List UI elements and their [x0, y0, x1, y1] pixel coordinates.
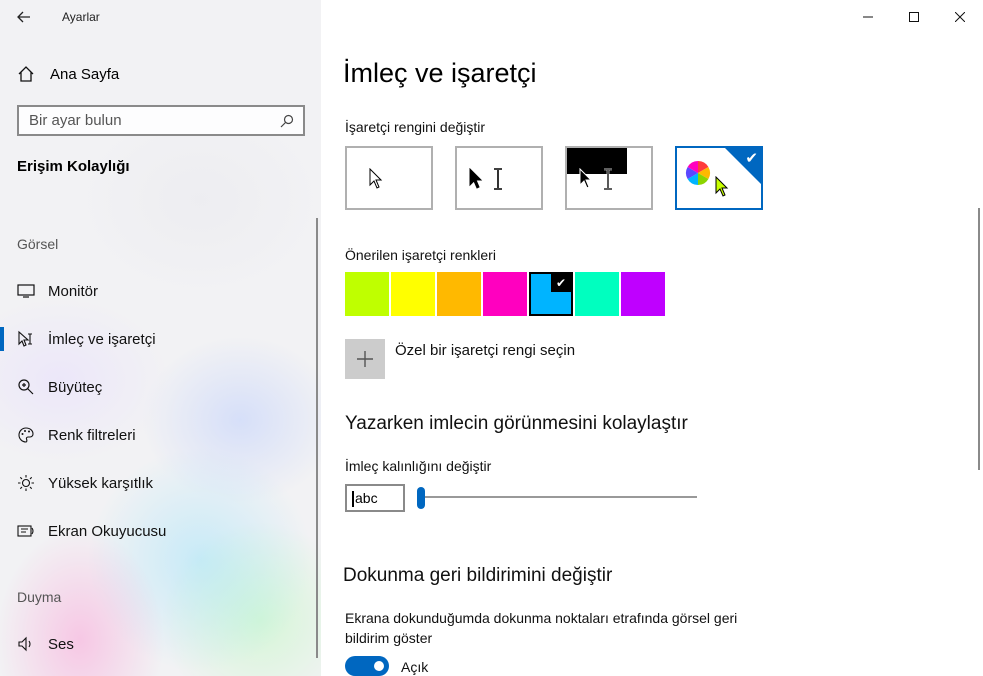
speaker-icon	[17, 635, 35, 653]
sidebar-item-label: Monitör	[48, 282, 99, 300]
maximize-button[interactable]	[891, 0, 937, 34]
sidebar: Ayarlar Ana Sayfa Bir ayar bulun Erişim …	[0, 0, 321, 676]
home-icon	[18, 66, 34, 82]
sidebar-item-label: İmleç ve işaretçi	[48, 330, 156, 348]
main-scrollbar[interactable]	[978, 208, 980, 470]
touch-heading: Dokunma geri bildirimini değiştir	[343, 565, 613, 586]
touch-feedback-toggle[interactable]	[345, 656, 389, 676]
home-link[interactable]: Ana Sayfa	[0, 56, 321, 92]
pointer-option-white[interactable]	[345, 146, 433, 210]
group-label-visual: Görsel	[17, 236, 59, 252]
sidebar-item-magnifier[interactable]: Büyüteç	[0, 367, 321, 407]
search-icon[interactable]	[275, 109, 299, 133]
home-label: Ana Sayfa	[50, 65, 120, 83]
app-title: Ayarlar	[62, 10, 100, 24]
swatch-lime[interactable]	[345, 272, 389, 316]
custom-color-button[interactable]	[345, 339, 385, 379]
narrator-icon	[17, 522, 35, 540]
minimize-icon	[863, 16, 873, 18]
sidebar-scrollbar[interactable]	[316, 218, 318, 658]
main-panel: İmleç ve işaretçi İşaretçi rengini değiş…	[321, 0, 983, 676]
inverted-background	[567, 148, 627, 174]
thickness-label: İmleç kalınlığını değiştir	[345, 458, 492, 474]
sidebar-item-label: Ekran Okuyucusu	[48, 522, 167, 540]
palette-icon	[17, 426, 35, 444]
thickness-preview: abc	[345, 484, 405, 512]
color-wheel-icon	[685, 161, 711, 185]
sidebar-item-label: Renk filtreleri	[48, 426, 136, 444]
preview-text: abc	[355, 490, 378, 506]
typing-heading: Yazarken imlecin görünmesini kolaylaştır	[345, 413, 688, 434]
sidebar-item-audio[interactable]: Ses	[0, 624, 321, 664]
sidebar-item-color-filters[interactable]: Renk filtreleri	[0, 415, 321, 455]
toggle-state-label: Açık	[401, 659, 429, 675]
touch-description: Ekrana dokunduğumda dokunma noktaları et…	[345, 610, 738, 646]
toggle-knob	[374, 661, 384, 671]
thickness-slider-thumb[interactable]	[417, 487, 425, 509]
sidebar-item-high-contrast[interactable]: Yüksek karşıtlık	[0, 463, 321, 503]
minimize-button[interactable]	[845, 0, 891, 34]
plus-icon	[357, 351, 373, 367]
close-button[interactable]	[937, 0, 983, 34]
text-caret	[352, 491, 354, 508]
monitor-icon	[17, 282, 35, 300]
back-button[interactable]	[0, 0, 48, 34]
window-controls	[845, 0, 983, 34]
swatch-blue[interactable]: ✔	[529, 272, 573, 316]
search-input[interactable]: Bir ayar bulun	[17, 105, 305, 136]
page-title: İmleç ve işaretçi	[343, 58, 537, 88]
sidebar-item-cursor-pointer[interactable]: İmleç ve işaretçi	[0, 319, 321, 359]
swatch-yellow[interactable]	[391, 272, 435, 316]
sidebar-item-narrator[interactable]: Ekran Okuyucusu	[0, 511, 321, 551]
swatch-aqua[interactable]	[575, 272, 619, 316]
black-pointer-icon	[469, 168, 483, 189]
section-title: Erişim Kolaylığı	[17, 158, 130, 175]
pointer-icon	[17, 330, 35, 348]
search-placeholder: Bir ayar bulun	[29, 112, 122, 129]
maximize-icon	[909, 12, 919, 22]
sun-icon	[17, 474, 35, 492]
magnifier-icon	[17, 378, 35, 396]
thickness-slider-track[interactable]	[421, 496, 697, 498]
inverted-pointer-icon	[579, 168, 593, 189]
sidebar-item-label: Büyüteç	[48, 378, 103, 396]
text-cursor-icon	[494, 168, 502, 190]
custom-color-label[interactable]: Özel bir işaretçi rengi seçin	[395, 342, 575, 359]
pointer-option-black[interactable]	[455, 146, 543, 210]
suggested-colors-label: Önerilen işaretçi renkleri	[345, 247, 496, 263]
title-bar: Ayarlar	[0, 0, 321, 34]
sidebar-item-monitor[interactable]: Monitör	[0, 271, 321, 311]
inverted-text-cursor-icon	[604, 168, 612, 190]
sidebar-item-label: Yüksek karşıtlık	[48, 474, 154, 492]
pointer-option-custom[interactable]: ✔	[675, 146, 763, 210]
custom-pointer-icon	[715, 176, 729, 197]
pointer-option-inverted[interactable]	[565, 146, 653, 210]
group-label-hearing: Duyma	[17, 589, 62, 605]
swatch-pink[interactable]	[483, 272, 527, 316]
close-icon	[955, 12, 965, 22]
pointer-color-label: İşaretçi rengini değiştir	[345, 119, 486, 135]
swatch-purple[interactable]	[621, 272, 665, 316]
swatch-orange[interactable]	[437, 272, 481, 316]
back-arrow-icon	[17, 11, 30, 23]
check-icon: ✔	[745, 150, 758, 167]
white-pointer-icon	[369, 168, 383, 189]
sidebar-item-label: Ses	[48, 635, 74, 653]
check-icon: ✔	[551, 274, 571, 292]
